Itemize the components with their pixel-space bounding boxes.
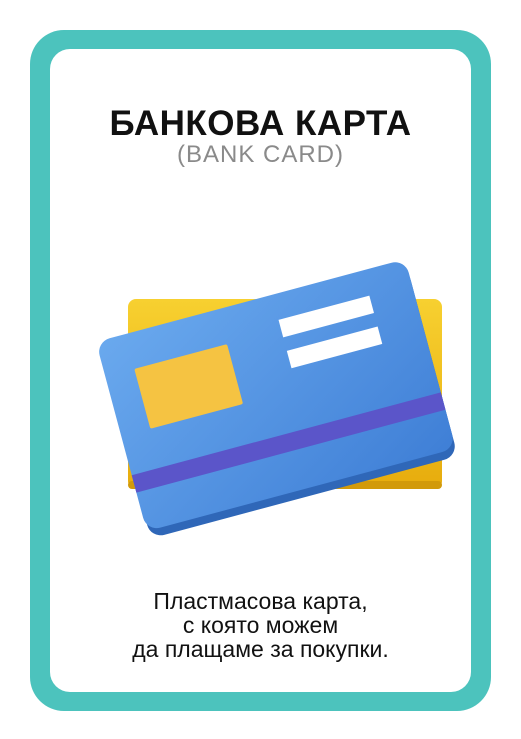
description-line: Пластмасова карта,	[153, 588, 368, 614]
card-description: Пластмасова карта, с която можем да плащ…	[50, 589, 471, 661]
description-line: да плащаме за покупки.	[132, 636, 389, 662]
flashcard: БАНКОВА КАРТА (BANK CARD) Пластмасова ка…	[50, 49, 471, 692]
card-frame: БАНКОВА КАРТА (BANK CARD) Пластмасова ка…	[30, 30, 491, 711]
card-subtitle: (BANK CARD)	[176, 141, 344, 168]
card-title: БАНКОВА КАРТА	[109, 104, 412, 143]
bank-card-icon	[99, 262, 455, 536]
description-line: с която можем	[182, 612, 339, 638]
